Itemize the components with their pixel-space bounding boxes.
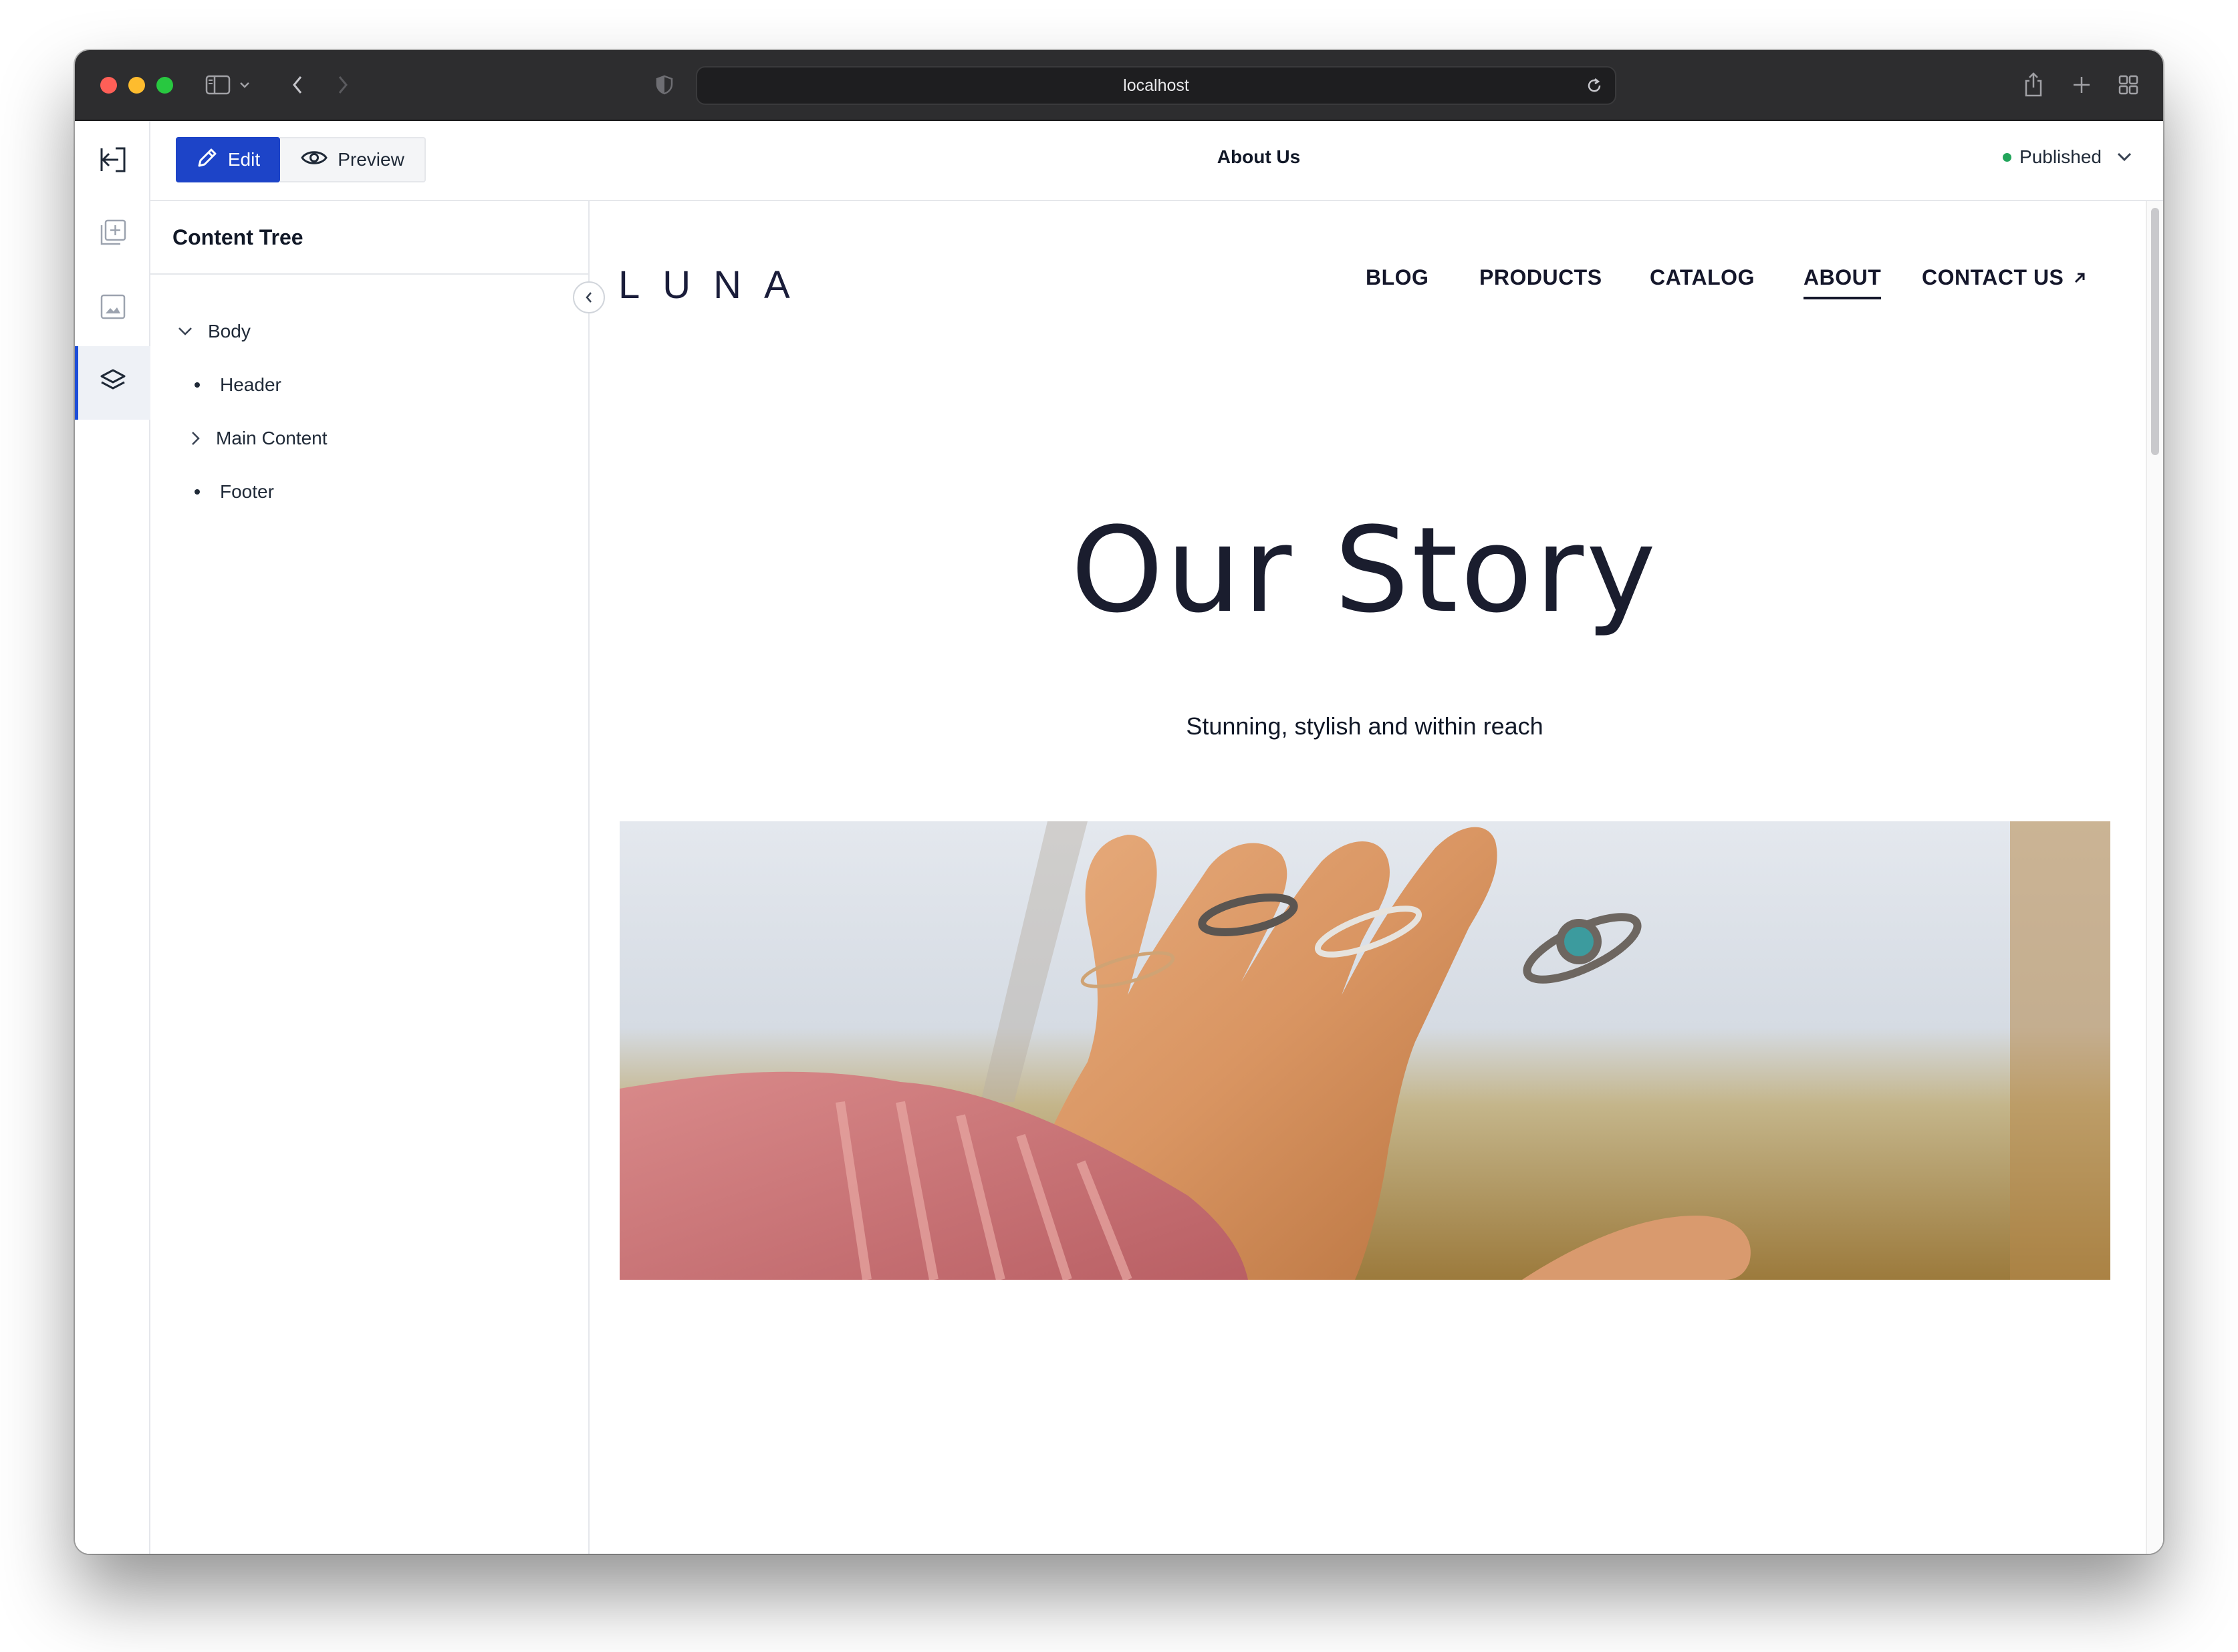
chevron-left-icon xyxy=(584,291,594,304)
layers-icon xyxy=(98,367,128,400)
contact-label: CONTACT US xyxy=(1922,265,2064,289)
privacy-shield-icon[interactable] xyxy=(654,72,675,98)
image-icon xyxy=(100,293,126,323)
add-block-icon xyxy=(98,218,128,251)
editor-app: Edit Preview About Us Published Content … xyxy=(75,121,2163,1554)
nav-about[interactable]: ABOUT xyxy=(1804,265,1882,299)
close-window-button[interactable] xyxy=(100,77,117,94)
browser-toolbar: localhost xyxy=(75,50,2163,121)
desktop: localhost Edit Preview About Us Publishe… xyxy=(0,0,2238,1652)
eye-icon xyxy=(300,148,328,172)
address-bar[interactable]: localhost xyxy=(696,66,1616,105)
back-icon[interactable] xyxy=(287,72,307,98)
nav-blog[interactable]: BLOG xyxy=(1366,265,1428,290)
preview-label: Preview xyxy=(338,149,404,170)
preview-button[interactable]: Preview xyxy=(280,137,426,182)
page-title: About Us xyxy=(1217,146,1301,167)
zoom-window-button[interactable] xyxy=(156,77,173,94)
tree-item-label: Header xyxy=(220,374,281,395)
nav-contact[interactable]: CONTACT US xyxy=(1922,265,2086,290)
share-icon[interactable] xyxy=(2020,72,2047,98)
tree-item-label: Footer xyxy=(220,481,274,502)
edit-label: Edit xyxy=(227,149,261,170)
url-text: localhost xyxy=(1123,76,1189,95)
tree-item-main-content[interactable]: Main Content xyxy=(191,425,328,452)
hero-title: Our Story xyxy=(1070,502,1659,639)
edit-button[interactable]: Edit xyxy=(176,137,280,182)
hero-subtitle: Stunning, stylish and within reach xyxy=(1186,712,1543,740)
nav-products[interactable]: PRODUCTS xyxy=(1479,265,1602,290)
status-label: Published xyxy=(2019,146,2102,167)
content-tree-panel: Content Tree Body Header Main Content Fo… xyxy=(150,201,590,1554)
browser-window: localhost Edit Preview About Us Publishe… xyxy=(75,50,2163,1554)
media-button[interactable] xyxy=(75,271,150,345)
content-tree-title: Content Tree xyxy=(150,201,588,275)
collapse-panel-button[interactable] xyxy=(573,281,605,313)
chevron-down-icon[interactable] xyxy=(237,72,253,98)
scrollbar-thumb[interactable] xyxy=(2151,208,2159,455)
bullet-icon xyxy=(195,489,200,495)
mode-switch: Edit Preview xyxy=(176,137,426,182)
reload-icon[interactable] xyxy=(1584,76,1604,100)
new-tab-icon[interactable] xyxy=(2068,72,2095,98)
tree-item-label: Body xyxy=(208,321,251,341)
pencil-icon xyxy=(196,146,219,174)
exit-editor-button[interactable] xyxy=(75,124,150,198)
chevron-down-icon xyxy=(177,326,193,337)
chevron-right-icon xyxy=(191,430,201,446)
add-block-button[interactable] xyxy=(75,197,150,271)
chevron-down-icon xyxy=(2116,152,2132,162)
external-arrow-icon xyxy=(2073,271,2086,285)
nav-catalog[interactable]: CATALOG xyxy=(1650,265,1755,290)
publish-status-dropdown[interactable]: Published xyxy=(2003,146,2132,168)
hero-image xyxy=(620,821,2110,1280)
forward-icon[interactable] xyxy=(333,72,353,98)
bullet-icon xyxy=(195,382,200,388)
page-preview-canvas: LUNA BLOG PRODUCTS CATALOG ABOUT CONTACT… xyxy=(590,201,2163,1554)
status-dot xyxy=(2003,152,2012,162)
minimize-window-button[interactable] xyxy=(128,77,145,94)
tool-rail xyxy=(75,121,150,1554)
layers-button[interactable] xyxy=(75,346,150,420)
site-logo[interactable]: LUNA xyxy=(618,263,813,307)
exit-icon xyxy=(98,145,128,178)
tab-overview-icon[interactable] xyxy=(2115,72,2142,98)
tree-item-header[interactable]: Header xyxy=(195,372,281,398)
tree-item-footer[interactable]: Footer xyxy=(195,478,274,505)
editor-topbar: Edit Preview About Us Published xyxy=(150,121,2163,201)
tree-item-body[interactable]: Body xyxy=(177,318,251,345)
sidebar-toggle-icon[interactable] xyxy=(203,72,233,98)
tree-item-label: Main Content xyxy=(216,428,328,448)
